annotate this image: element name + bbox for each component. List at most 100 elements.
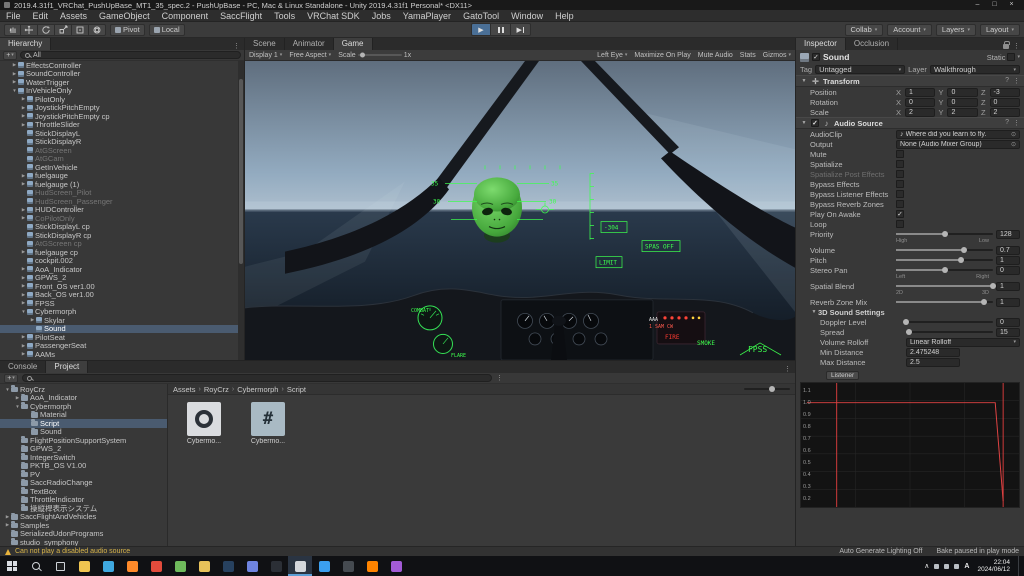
axis-field[interactable]: 2	[947, 107, 978, 117]
panel-menu-icon[interactable]: ⋮	[1013, 42, 1020, 50]
slider[interactable]	[896, 267, 993, 273]
menu-file[interactable]: File	[0, 10, 27, 22]
project-folder[interactable]: Script	[0, 419, 167, 428]
project-folder[interactable]: ThrottleIndicator	[0, 496, 167, 504]
listener-marker-label[interactable]: Listener	[826, 371, 860, 380]
object-picker-icon[interactable]: ⊙	[1011, 131, 1016, 138]
slider[interactable]	[906, 329, 993, 335]
slider-thumb[interactable]	[903, 319, 909, 325]
hierarchy-item[interactable]: ▶ ThrottleSlider	[0, 121, 238, 130]
hierarchy-item[interactable]: AtGCam	[0, 155, 238, 163]
tab-occlusion[interactable]: Occlusion	[845, 38, 899, 50]
hierarchy-item[interactable]: ▶ GPWS_2	[0, 274, 238, 283]
menu-tools[interactable]: Tools	[268, 10, 301, 22]
hierarchy-item[interactable]: ▶ AoA_Indicator	[0, 265, 238, 274]
project-folder[interactable]: FlightPositionSupportSystem	[0, 436, 167, 445]
checkbox[interactable]	[896, 190, 904, 198]
component-menu-icon[interactable]: ⋮	[1013, 77, 1020, 85]
project-folder[interactable]: PKTB_OS V1.00	[0, 462, 167, 470]
component-menu-icon[interactable]: ⋮	[1013, 119, 1020, 127]
checkbox[interactable]	[896, 200, 904, 208]
menu-help[interactable]: Help	[549, 10, 580, 22]
tab-scene[interactable]: Scene	[245, 38, 285, 50]
tab-animator[interactable]: Animator	[284, 38, 334, 50]
tray-icon[interactable]	[944, 563, 950, 569]
checkbox[interactable]: ✓	[896, 210, 904, 218]
number-field[interactable]: 2.5	[906, 357, 960, 367]
menu-saccflight[interactable]: SaccFlight	[214, 10, 268, 22]
slider[interactable]	[744, 386, 790, 392]
slider-thumb[interactable]	[990, 283, 996, 289]
task-view-button[interactable]	[48, 556, 72, 576]
hierarchy-item[interactable]: StickDisplayL	[0, 129, 238, 138]
menu-jobs[interactable]: Jobs	[366, 10, 397, 22]
game-toolbar-maximize-on-play[interactable]: Maximize On Play	[634, 52, 690, 59]
checkbox[interactable]	[896, 160, 904, 168]
checkbox[interactable]	[896, 170, 904, 178]
project-folder[interactable]: IntegerSwitch	[0, 453, 167, 462]
expand-arrow-icon[interactable]: ▶	[20, 173, 27, 179]
tray-icon[interactable]	[934, 563, 940, 569]
pause-button[interactable]	[491, 23, 511, 36]
hierarchy-item[interactable]: ▶ EffectsController	[0, 61, 238, 70]
project-folder[interactable]: 操縦桿表示システム	[0, 504, 167, 513]
hierarchy-item[interactable]: ▶ FPSS	[0, 299, 238, 308]
expand-arrow-icon[interactable]: ▶	[29, 317, 36, 323]
show-desktop-button[interactable]	[1018, 556, 1021, 576]
hierarchy-item[interactable]: ▶ fuelgauge	[0, 172, 238, 181]
axis-field[interactable]: 0	[947, 97, 978, 107]
hierarchy-item[interactable]: StickDisplayR	[0, 138, 238, 146]
project-folder[interactable]: TextBox	[0, 487, 167, 496]
value-field[interactable]: 1	[996, 297, 1020, 307]
hierarchy-item[interactable]: ▶ JoystickPitchEmpty cp	[0, 112, 238, 121]
search-options-icon[interactable]: ⋮	[496, 374, 503, 382]
project-folder[interactable]: ▶ Samples	[0, 521, 167, 530]
number-field[interactable]: 2.475248	[906, 347, 960, 357]
slider[interactable]	[896, 283, 996, 289]
panel-menu-icon[interactable]: ⋮	[233, 42, 240, 50]
hierarchy-item[interactable]: ▶ fuelgauge (1)	[0, 180, 238, 189]
expand-arrow-icon[interactable]: ▶	[20, 283, 27, 289]
hierarchy-item[interactable]: GetInVehicle	[0, 163, 238, 172]
auto-generate-lighting-toggle[interactable]: Auto Generate Lighting Off	[839, 548, 922, 555]
axis-field[interactable]: 0	[989, 97, 1020, 107]
hierarchy-item[interactable]: Sound	[0, 324, 238, 333]
hierarchy-search-input[interactable]: All	[20, 50, 241, 60]
dropdown[interactable]: Linear Rolloff ▾	[906, 337, 1020, 347]
expand-arrow-icon[interactable]: ▶	[20, 275, 27, 281]
component-enabled-checkbox[interactable]: ✓	[811, 119, 819, 127]
active-checkbox[interactable]: ✓	[812, 53, 820, 61]
foldout-arrow-icon[interactable]: ▼	[800, 120, 808, 126]
rect-tool-icon[interactable]	[72, 23, 89, 36]
menu-edit[interactable]: Edit	[27, 10, 55, 22]
transform-tool-icon[interactable]	[89, 23, 106, 36]
expand-arrow-icon[interactable]: ▼	[11, 88, 18, 93]
aspect-dropdown[interactable]: Free Aspect ▾	[289, 52, 331, 59]
slider-thumb[interactable]	[957, 257, 964, 263]
move-tool-icon[interactable]	[21, 23, 38, 36]
slider[interactable]	[903, 319, 993, 325]
taskbar-search-button[interactable]	[24, 556, 48, 576]
foldout-arrow-icon[interactable]: ▼	[810, 309, 818, 315]
slider-thumb[interactable]	[960, 247, 967, 253]
taskbar-app-vlc[interactable]	[360, 556, 384, 576]
create-button[interactable]: + ▾	[3, 50, 17, 60]
hierarchy-item[interactable]: ▶ HUDController	[0, 206, 238, 215]
project-folder[interactable]: ▶ SaccFlightAndVehicles	[0, 513, 167, 522]
asset-item[interactable]: Cybermo...	[178, 402, 230, 445]
audio-source-component-header[interactable]: ▼ ✓ ♪ Audio Source ? ⋮	[796, 117, 1024, 129]
step-button[interactable]: ▶	[511, 23, 531, 36]
slider-thumb[interactable]	[941, 231, 948, 237]
expand-arrow-icon[interactable]: ▶	[20, 215, 27, 221]
axis-field[interactable]: -3	[989, 87, 1020, 97]
taskbar-app-discord[interactable]	[240, 556, 264, 576]
value-field[interactable]: 1	[996, 281, 1020, 291]
layer-dropdown[interactable]: Walkthrough ▾	[929, 65, 1021, 74]
scale-tool-icon[interactable]	[55, 23, 72, 36]
taskbar-app-steam[interactable]	[216, 556, 240, 576]
expand-arrow-icon[interactable]: ▶	[20, 334, 27, 340]
slider[interactable]	[896, 231, 993, 237]
expand-arrow-icon[interactable]: ▶	[11, 71, 18, 77]
hierarchy-item[interactable]: ▶ PilotSeat	[0, 333, 238, 342]
slider-thumb[interactable]	[906, 329, 913, 335]
